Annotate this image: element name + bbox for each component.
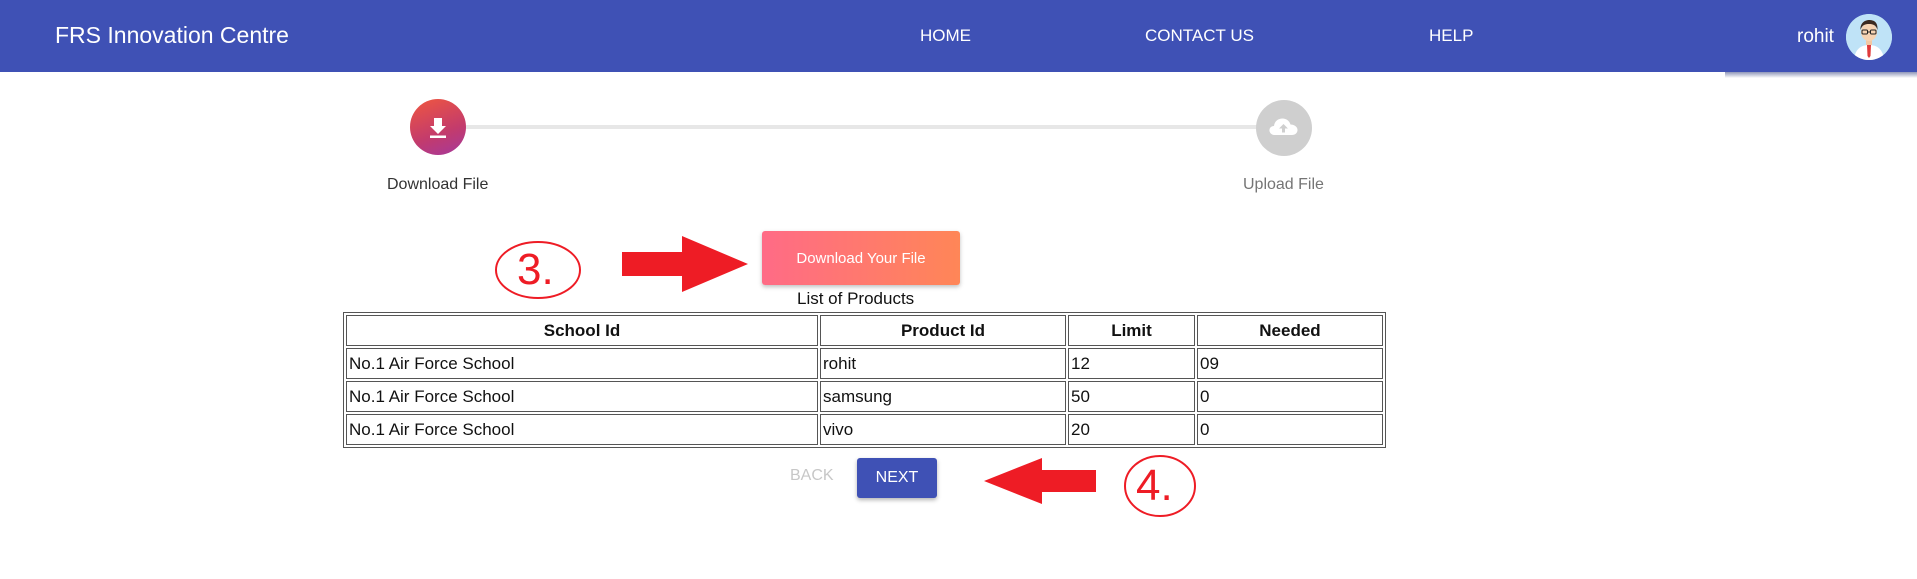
cell-school-id: No.1 Air Force School: [346, 414, 818, 445]
header-limit: Limit: [1068, 315, 1195, 346]
cell-product-id: samsung: [820, 381, 1066, 412]
user-avatar[interactable]: [1846, 14, 1892, 60]
download-your-file-button[interactable]: Download Your File: [762, 231, 960, 285]
table-row: No.1 Air Force School rohit 12 09: [346, 348, 1383, 379]
user-avatar-icon: [1846, 14, 1892, 60]
annotation-arrow-left: [984, 458, 1096, 504]
nav-help-link[interactable]: HELP: [1429, 26, 1473, 46]
cell-limit: 20: [1068, 414, 1195, 445]
header-product-id: Product Id: [820, 315, 1066, 346]
page: FRS Innovation Centre HOME CONTACT US HE…: [0, 0, 1917, 579]
list-of-products-title: List of Products: [797, 289, 915, 308]
cloud-upload-icon: [1269, 118, 1298, 135]
brand-title[interactable]: FRS Innovation Centre: [55, 21, 289, 49]
nav-home-link[interactable]: HOME: [920, 26, 971, 46]
annotation-label-4: 4.: [1136, 461, 1173, 510]
annotation-arrow-right: [622, 236, 748, 292]
annotation-step-3: 3.: [493, 240, 583, 300]
cell-limit: 50: [1068, 381, 1195, 412]
step-download-label: Download File: [387, 176, 489, 193]
cell-needed: 0: [1197, 381, 1383, 412]
back-button[interactable]: BACK: [790, 467, 834, 485]
cell-school-id: No.1 Air Force School: [346, 381, 818, 412]
header-needed: Needed: [1197, 315, 1383, 346]
header-school-id: School Id: [346, 315, 818, 346]
arrow-left-icon: [984, 458, 1096, 504]
download-icon: [430, 118, 446, 138]
arrow-right-icon: [622, 236, 748, 292]
table-row: No.1 Air Force School samsung 50 0: [346, 381, 1383, 412]
step-upload-label: Upload File: [1243, 176, 1324, 193]
table-header-row: School Id Product Id Limit Needed: [346, 315, 1383, 346]
step-download[interactable]: [410, 99, 466, 155]
annotation-step-4: 4.: [1122, 454, 1198, 518]
step-upload[interactable]: [1256, 100, 1312, 156]
table-row: No.1 Air Force School vivo 20 0: [346, 414, 1383, 445]
username[interactable]: rohit: [1797, 26, 1834, 48]
cell-needed: 0: [1197, 414, 1383, 445]
stepper-connector: [438, 125, 1284, 129]
cell-school-id: No.1 Air Force School: [346, 348, 818, 379]
navbar-shadow: [1725, 72, 1917, 78]
nav-contact-us-link[interactable]: CONTACT US: [1145, 26, 1254, 46]
top-navbar: FRS Innovation Centre HOME CONTACT US HE…: [0, 0, 1917, 72]
products-table: School Id Product Id Limit Needed No.1 A…: [343, 312, 1386, 448]
cell-limit: 12: [1068, 348, 1195, 379]
next-button[interactable]: NEXT: [857, 458, 937, 498]
cell-product-id: vivo: [820, 414, 1066, 445]
annotation-label-3: 3.: [517, 245, 554, 294]
cell-product-id: rohit: [820, 348, 1066, 379]
cell-needed: 09: [1197, 348, 1383, 379]
